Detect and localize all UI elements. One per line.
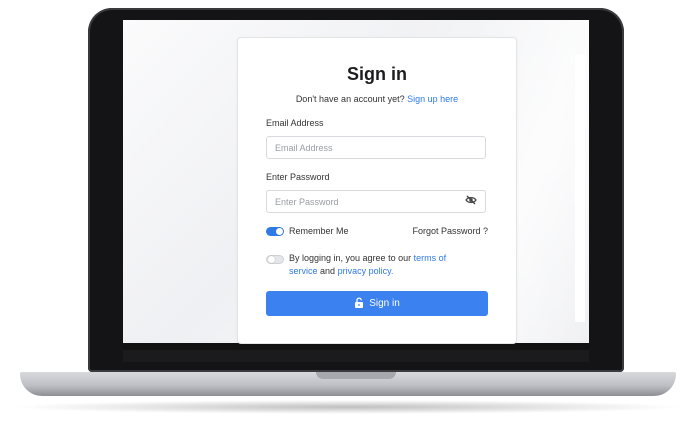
terms-link-part1[interactable]: terms of	[414, 253, 447, 263]
privacy-policy-link[interactable]: privacy policy.	[338, 266, 394, 276]
remember-me-label: Remember Me	[289, 226, 349, 236]
signup-prompt-text: Don't have an account yet?	[295, 94, 405, 104]
signin-card: Sign in Don't have an account yet? Sign …	[237, 37, 517, 344]
email-field[interactable]	[266, 136, 486, 159]
terms-link-part2[interactable]: service	[289, 266, 318, 276]
screen-bottom-bar-inner	[123, 350, 589, 362]
lock-open-icon	[354, 296, 364, 311]
laptop-frame: Sign in Don't have an account yet? Sign …	[0, 0, 696, 425]
laptop-notch	[316, 372, 396, 379]
scrollbar[interactable]	[575, 54, 585, 322]
signup-prompt: Don't have an account yet? Sign up here	[238, 94, 516, 104]
signin-button[interactable]: Sign in	[266, 291, 488, 316]
page-title: Sign in	[347, 64, 407, 84]
terms-and: and	[320, 266, 336, 276]
password-label: Enter Password	[266, 172, 330, 182]
email-label: Email Address	[266, 118, 324, 128]
terms-text: By logging in, you agree to our terms of…	[289, 252, 479, 278]
toggle-knob	[268, 256, 275, 263]
eye-slash-icon[interactable]	[464, 193, 478, 207]
terms-toggle[interactable]	[266, 255, 284, 264]
forgot-password-link[interactable]: Forgot Password ?	[412, 226, 488, 236]
terms-prefix: By logging in, you agree to our	[289, 253, 412, 263]
signup-link[interactable]: Sign up here	[407, 94, 458, 104]
remember-me-toggle[interactable]	[266, 227, 284, 236]
signin-button-label: Sign in	[369, 298, 400, 309]
laptop-shadow	[10, 400, 686, 414]
toggle-knob	[276, 228, 283, 235]
password-field[interactable]	[266, 190, 486, 213]
